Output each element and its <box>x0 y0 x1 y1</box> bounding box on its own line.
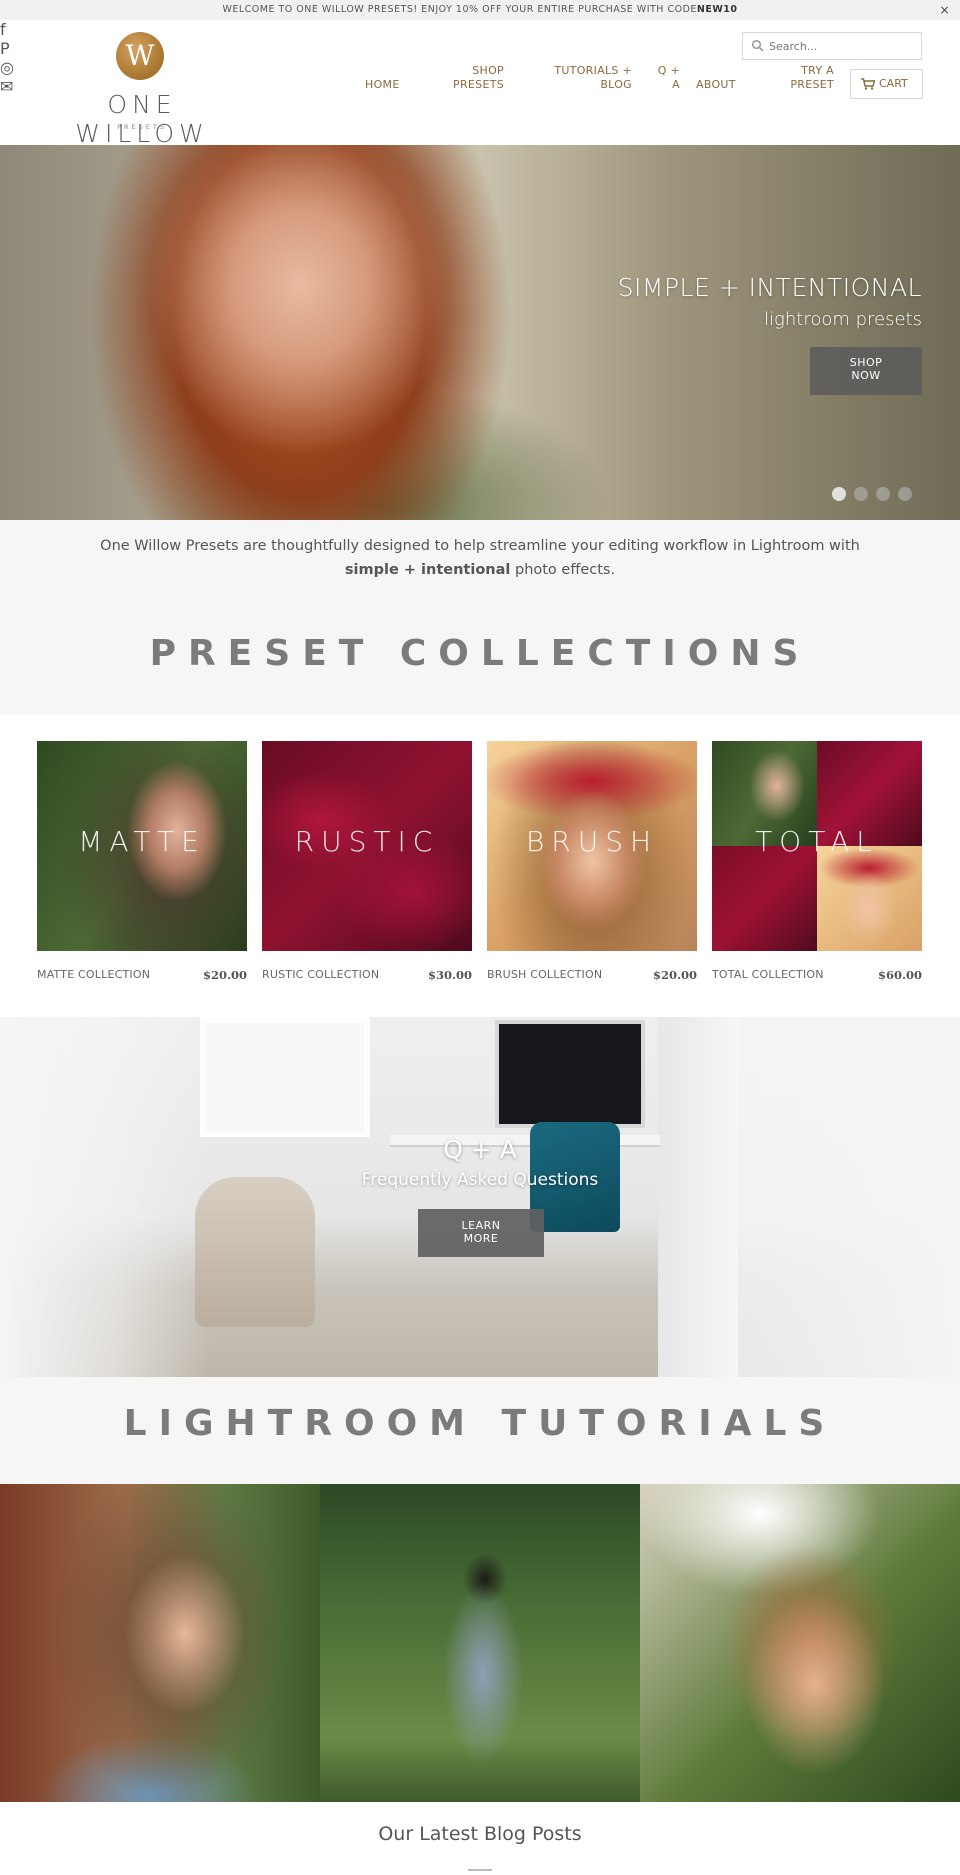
learn-more-button[interactable]: LEARN MORE <box>418 1209 544 1257</box>
door-illustration <box>658 1017 738 1377</box>
slider-dot-2[interactable] <box>854 487 868 501</box>
collection-price-total: $60.00 <box>877 968 922 982</box>
collection-image-total[interactable]: TOTAL <box>712 741 922 951</box>
nav-about[interactable]: ABOUT <box>696 78 736 92</box>
slider-dot-4[interactable] <box>898 487 912 501</box>
nav-qa[interactable]: Q + A <box>650 64 680 92</box>
qa-title: Q + A <box>443 1135 517 1164</box>
collage-tile <box>712 846 817 951</box>
tutorials-heading: LIGHTROOM TUTORIALS <box>123 1403 837 1444</box>
nav-shop-presets[interactable]: SHOP PRESETS <box>440 64 504 92</box>
logo[interactable]: W ONE WILLOW PRESETS <box>36 30 248 148</box>
intro-text: One Willow Presets are thoughtfully desi… <box>100 538 860 578</box>
nav-try-a-preset[interactable]: TRY A PRESET <box>778 64 834 92</box>
tutorial-tile-1[interactable] <box>0 1484 320 1802</box>
collection-image-brush[interactable]: BRUSH <box>487 741 697 951</box>
cart-label: CART <box>879 77 908 90</box>
tutorials-section: LIGHTROOM TUTORIALS <box>0 1377 960 1484</box>
cart-icon <box>861 78 875 90</box>
collection-overlay-label: RUSTIC <box>294 825 440 858</box>
nav-home[interactable]: HOME <box>365 78 400 92</box>
qa-subtitle: Frequently Asked Questions <box>361 1170 599 1190</box>
tutorial-tile-2[interactable] <box>320 1484 640 1802</box>
window-illustration <box>200 1017 370 1137</box>
intro-section: One Willow Presets are thoughtfully desi… <box>0 520 960 715</box>
tutorial-tile-3[interactable] <box>640 1484 960 1802</box>
sofa-illustration <box>195 1177 315 1327</box>
search-icon <box>751 39 764 52</box>
collection-name-matte[interactable]: MATTE COLLECTION <box>37 968 150 981</box>
hero-subtitle: lightroom presets <box>764 309 922 330</box>
cart-button[interactable]: CART <box>850 69 923 99</box>
site-header: W ONE WILLOW PRESETS f P ◎ ✉ HOME SHOPPR… <box>0 20 960 148</box>
collection-name-total[interactable]: TOTAL COLLECTION <box>712 968 824 981</box>
search-input[interactable] <box>769 37 917 55</box>
nav-tutorials-blog[interactable]: TUTORIALS + BLOG <box>548 64 632 92</box>
hero-slider: SIMPLE + INTENTIONAL lightroom presets S… <box>0 145 960 520</box>
collection-overlay-label: MATTE <box>78 825 206 858</box>
collection-image-rustic[interactable]: RUSTIC <box>262 741 472 951</box>
announcement-text: WELCOME TO ONE WILLOW PRESETS! ENJOY 10%… <box>222 4 697 15</box>
collection-overlay-label: TOTAL <box>755 825 879 858</box>
promo-code: NEW10 <box>696 4 738 15</box>
announcement-bar: WELCOME TO ONE WILLOW PRESETS! ENJOY 10%… <box>0 0 960 20</box>
monitor-illustration <box>495 1020 645 1128</box>
close-announcement-icon[interactable]: × <box>939 0 950 20</box>
collection-name-brush[interactable]: BRUSH COLLECTION <box>487 968 602 981</box>
hero-title: SIMPLE + INTENTIONAL <box>617 273 922 302</box>
willow-logo-icon: W <box>116 32 164 80</box>
brand-tagline: PRESETS <box>117 123 167 131</box>
collection-price-brush: $20.00 <box>652 968 697 982</box>
collection-name-rustic[interactable]: RUSTIC COLLECTION <box>262 968 379 981</box>
collection-price-matte: $20.00 <box>202 968 247 982</box>
search-box[interactable] <box>742 32 922 60</box>
blog-heading: Our Latest Blog Posts <box>378 1823 582 1845</box>
shop-now-button[interactable]: SHOP NOW <box>810 347 922 395</box>
brand-name: ONE WILLOW <box>75 90 209 148</box>
collection-price-rustic: $30.00 <box>427 968 472 982</box>
qa-banner: Q + A Frequently Asked Questions LEARN MO… <box>0 1017 960 1377</box>
collection-overlay-label: BRUSH <box>525 825 659 858</box>
slider-dot-1[interactable] <box>832 487 846 501</box>
collage-tile <box>817 846 922 951</box>
heading-divider <box>468 1869 492 1871</box>
slider-dot-3[interactable] <box>876 487 890 501</box>
collections-heading: PRESET COLLECTIONS <box>149 633 811 674</box>
collection-image-matte[interactable]: MATTE <box>37 741 247 951</box>
